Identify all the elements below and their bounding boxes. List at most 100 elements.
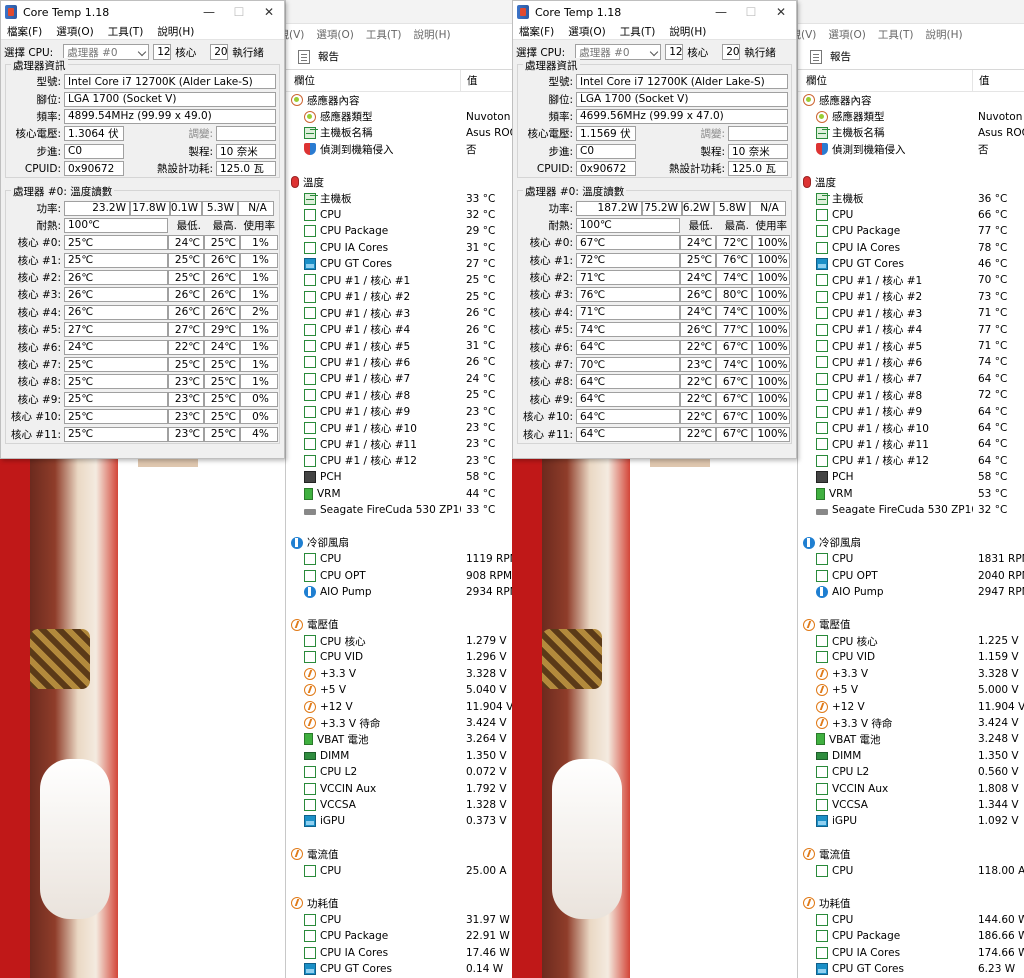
sensor-row[interactable]: AIO Pump 2947 RPM [798, 584, 1024, 600]
column-value[interactable]: 值 [973, 73, 990, 88]
sensor-row[interactable]: Seagate FireCuda 530 ZP100... 32 °C [798, 502, 1024, 518]
sensor-row[interactable]: CPU OPT 908 RPM [286, 567, 512, 583]
sensor-row[interactable]: CPU #1 / 核心 #1 70 °C [798, 272, 1024, 288]
sensor-row[interactable]: CPU GT Cores 0.14 W [286, 961, 512, 977]
sensor-row[interactable]: VBAT 電池 3.248 V [798, 731, 1024, 747]
coretemp-menu-item[interactable]: 檔案(F) [519, 24, 554, 39]
sensor-group[interactable]: 溫度 [798, 174, 1024, 190]
hwinfo-menu-item[interactable]: 說明(H) [413, 27, 450, 42]
sensor-row[interactable]: CPU 1831 RPM [798, 551, 1024, 567]
sensor-row[interactable]: CPU #1 / 核心 #8 72 °C [798, 387, 1024, 403]
coretemp-menu-item[interactable]: 檔案(F) [7, 24, 42, 39]
sensor-row[interactable]: VCCSA 1.344 V [798, 797, 1024, 813]
sensor-row[interactable]: CPU 66 °C [798, 207, 1024, 223]
sensor-row[interactable]: CPU 1119 RPM [286, 551, 512, 567]
sensor-group[interactable]: 感應器內容 [798, 92, 1024, 108]
sensor-row[interactable]: 感應器類型 Nuvoton N [798, 108, 1024, 124]
sensor-row[interactable]: CPU #1 / 核心 #6 26 °C [286, 354, 512, 370]
sensor-row[interactable]: VRM 53 °C [798, 485, 1024, 501]
sensor-row[interactable]: CPU #1 / 核心 #6 74 °C [798, 354, 1024, 370]
column-field[interactable]: 欄位 [286, 70, 461, 91]
sensor-row[interactable]: +3.3 V 待命 3.424 V [798, 715, 1024, 731]
sensor-row[interactable]: CPU #1 / 核心 #1 25 °C [286, 272, 512, 288]
sensor-row[interactable]: CPU Package 77 °C [798, 223, 1024, 239]
sensor-row[interactable]: CPU #1 / 核心 #10 23 °C [286, 420, 512, 436]
sensor-row[interactable]: PCH 58 °C [286, 469, 512, 485]
sensor-row[interactable]: 偵測到機箱侵入 否 [798, 141, 1024, 157]
minimize-button[interactable]: — [706, 5, 736, 19]
sensor-row[interactable]: CPU Package 22.91 W [286, 928, 512, 944]
hwinfo-menu-item[interactable]: 說明(H) [925, 27, 962, 42]
sensor-row[interactable]: 主機板 36 °C [798, 190, 1024, 206]
sensor-row[interactable]: +3.3 V 待命 3.424 V [286, 715, 512, 731]
sensor-group[interactable]: 功耗值 [798, 895, 1024, 911]
sensor-row[interactable]: CPU #1 / 核心 #5 71 °C [798, 338, 1024, 354]
sensor-row[interactable]: CPU #1 / 核心 #4 26 °C [286, 321, 512, 337]
sensor-row[interactable]: CPU IA Cores 31 °C [286, 240, 512, 256]
sensor-row[interactable]: CPU GT Cores 6.23 W [798, 961, 1024, 977]
sensor-group[interactable]: 電壓值 [286, 617, 512, 633]
sensor-row[interactable]: 感應器類型 Nuvoton N [286, 108, 512, 124]
sensor-row[interactable]: iGPU 0.373 V [286, 813, 512, 829]
sensor-row[interactable]: +5 V 5.040 V [286, 682, 512, 698]
sensor-row[interactable]: CPU OPT 2040 RPM [798, 567, 1024, 583]
sensor-row[interactable]: CPU 118.00 A [798, 862, 1024, 878]
coretemp-menu-item[interactable]: 工具(T) [108, 24, 144, 39]
report-icon[interactable] [298, 49, 310, 64]
sensor-row[interactable]: PCH 58 °C [798, 469, 1024, 485]
column-field[interactable]: 欄位 [798, 70, 973, 91]
column-value[interactable]: 值 [461, 73, 478, 88]
sensor-group[interactable]: 溫度 [286, 174, 512, 190]
sensor-group[interactable]: 冷卻風扇 [286, 535, 512, 551]
sensor-row[interactable]: iGPU 1.092 V [798, 813, 1024, 829]
sensor-row[interactable]: +3.3 V 3.328 V [286, 666, 512, 682]
sensor-row[interactable]: CPU #1 / 核心 #9 64 °C [798, 403, 1024, 419]
close-button[interactable]: ✕ [766, 5, 796, 19]
hwinfo-menu-item[interactable]: 工具(T) [366, 27, 402, 42]
sensor-row[interactable]: Seagate FireCuda 530 ZP100... 33 °C [286, 502, 512, 518]
sensor-row[interactable]: 主機板名稱 Asus ROG [798, 125, 1024, 141]
sensor-row[interactable]: VCCIN Aux 1.808 V [798, 780, 1024, 796]
sensor-row[interactable]: CPU #1 / 核心 #2 25 °C [286, 289, 512, 305]
sensor-row[interactable]: 主機板 33 °C [286, 190, 512, 206]
sensor-row[interactable]: CPU Package 186.66 W [798, 928, 1024, 944]
coretemp-menu-item[interactable]: 說明(H) [157, 24, 194, 39]
sensor-row[interactable]: +12 V 11.904 V [286, 698, 512, 714]
sensor-row[interactable]: DIMM 1.350 V [286, 748, 512, 764]
sensor-row[interactable]: CPU 25.00 A [286, 862, 512, 878]
sensor-row[interactable]: CPU #1 / 核心 #11 23 °C [286, 436, 512, 452]
report-button[interactable]: 報告 [318, 49, 339, 64]
sensor-row[interactable]: CPU #1 / 核心 #3 71 °C [798, 305, 1024, 321]
coretemp-menu-item[interactable]: 選項(O) [568, 24, 605, 39]
sensor-row[interactable]: CPU Package 29 °C [286, 223, 512, 239]
sensor-group[interactable]: 感應器內容 [286, 92, 512, 108]
sensor-row[interactable]: CPU #1 / 核心 #5 31 °C [286, 338, 512, 354]
sensor-row[interactable]: CPU 32 °C [286, 207, 512, 223]
sensor-row[interactable]: CPU 核心 1.279 V [286, 633, 512, 649]
sensor-row[interactable]: CPU 144.60 W [798, 912, 1024, 928]
coretemp-menu-item[interactable]: 選項(O) [56, 24, 93, 39]
report-button[interactable]: 報告 [830, 49, 851, 64]
sensor-row[interactable]: CPU IA Cores 78 °C [798, 240, 1024, 256]
sensor-row[interactable]: CPU #1 / 核心 #4 77 °C [798, 321, 1024, 337]
sensor-row[interactable]: CPU #1 / 核心 #12 23 °C [286, 453, 512, 469]
coretemp-menu-item[interactable]: 工具(T) [620, 24, 656, 39]
sensor-row[interactable]: CPU GT Cores 46 °C [798, 256, 1024, 272]
sensor-row[interactable]: +3.3 V 3.328 V [798, 666, 1024, 682]
hwinfo-menu-item[interactable]: 選項(O) [828, 27, 865, 42]
sensor-row[interactable]: 主機板名稱 Asus ROG [286, 125, 512, 141]
coretemp-menu-item[interactable]: 說明(H) [669, 24, 706, 39]
sensor-row[interactable]: CPU #1 / 核心 #7 64 °C [798, 371, 1024, 387]
sensor-row[interactable]: 偵測到機箱侵入 否 [286, 141, 512, 157]
sensor-row[interactable]: VCCSA 1.328 V [286, 797, 512, 813]
sensor-row[interactable]: VBAT 電池 3.264 V [286, 731, 512, 747]
sensor-group[interactable]: 冷卻風扇 [798, 535, 1024, 551]
report-icon[interactable] [810, 49, 822, 64]
sensor-row[interactable]: CPU #1 / 核心 #3 26 °C [286, 305, 512, 321]
sensor-row[interactable]: CPU 核心 1.225 V [798, 633, 1024, 649]
sensor-row[interactable]: +5 V 5.000 V [798, 682, 1024, 698]
sensor-row[interactable]: CPU #1 / 核心 #8 25 °C [286, 387, 512, 403]
sensor-group[interactable]: 電流值 [798, 846, 1024, 862]
sensor-row[interactable]: VCCIN Aux 1.792 V [286, 780, 512, 796]
sensor-row[interactable]: AIO Pump 2934 RPM [286, 584, 512, 600]
